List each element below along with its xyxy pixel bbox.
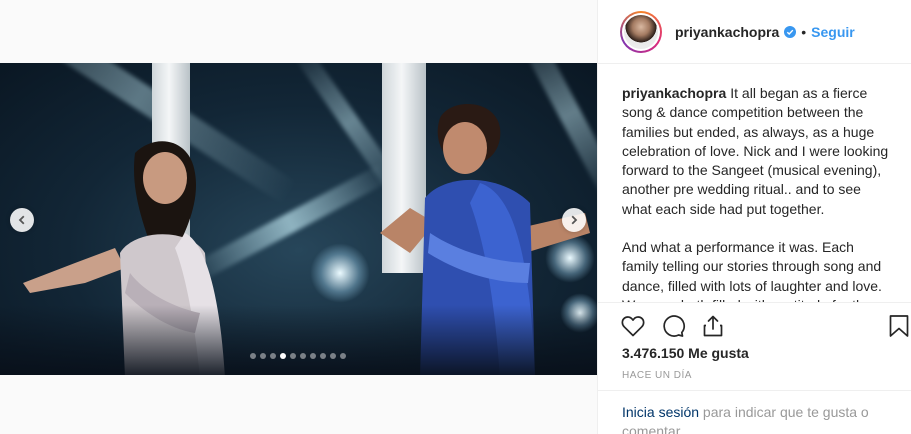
login-prompt: Inicia sesión para indicar que te gusta … [598,390,911,434]
caption-paragraph: And what a performance it was. Each fami… [622,238,894,302]
carousel-dot [300,353,306,359]
carousel-dot [260,353,266,359]
caption-text: It all began as a fierce song & dance co… [622,85,889,217]
follow-button[interactable]: Seguir [811,24,855,40]
carousel-dot-active [280,353,286,359]
post-timestamp: HACE UN DÍA [622,370,692,381]
verified-badge-icon [784,25,797,38]
login-link[interactable]: Inicia sesión [622,404,699,420]
caption-text: And what a performance it was. Each fami… [622,239,882,302]
bookmark-icon[interactable] [886,313,911,339]
carousel-dot [290,353,296,359]
likes-count[interactable]: 3.476.150 Me gusta [622,345,749,361]
post-sidebar: priyankachopra • Seguir priyankachopra It… [597,0,911,434]
caption-area: priyankachopra It all began as a fierce s… [622,84,894,302]
carousel-indicator [250,353,346,359]
chevron-right-icon [571,215,578,225]
share-icon[interactable] [700,313,726,339]
carousel-dot [270,353,276,359]
carousel-dot [320,353,326,359]
carousel-dot [310,353,316,359]
avatar-story-ring[interactable] [620,10,662,53]
avatar-image [624,14,658,49]
heart-icon[interactable] [620,313,646,339]
avatar[interactable] [622,12,660,51]
header-separator: • [801,23,807,40]
carousel-dot [340,353,346,359]
chevron-left-icon [18,215,25,225]
media-area [0,0,597,434]
post-header: priyankachopra • Seguir [598,0,911,64]
stage-floor-shadow [0,305,597,375]
carousel-dot [250,353,256,359]
comment-icon[interactable] [660,313,686,339]
carousel-dot [330,353,336,359]
header-username[interactable]: priyankachopra [675,24,779,40]
carousel-prev-button[interactable] [10,208,34,232]
caption-paragraph: priyankachopra It all began as a fierce s… [622,84,894,219]
action-bar [598,302,911,350]
carousel-next-button[interactable] [562,208,586,232]
post-photo[interactable] [0,63,597,375]
caption-username[interactable]: priyankachopra [622,85,726,101]
spotlight-glow [310,243,370,303]
